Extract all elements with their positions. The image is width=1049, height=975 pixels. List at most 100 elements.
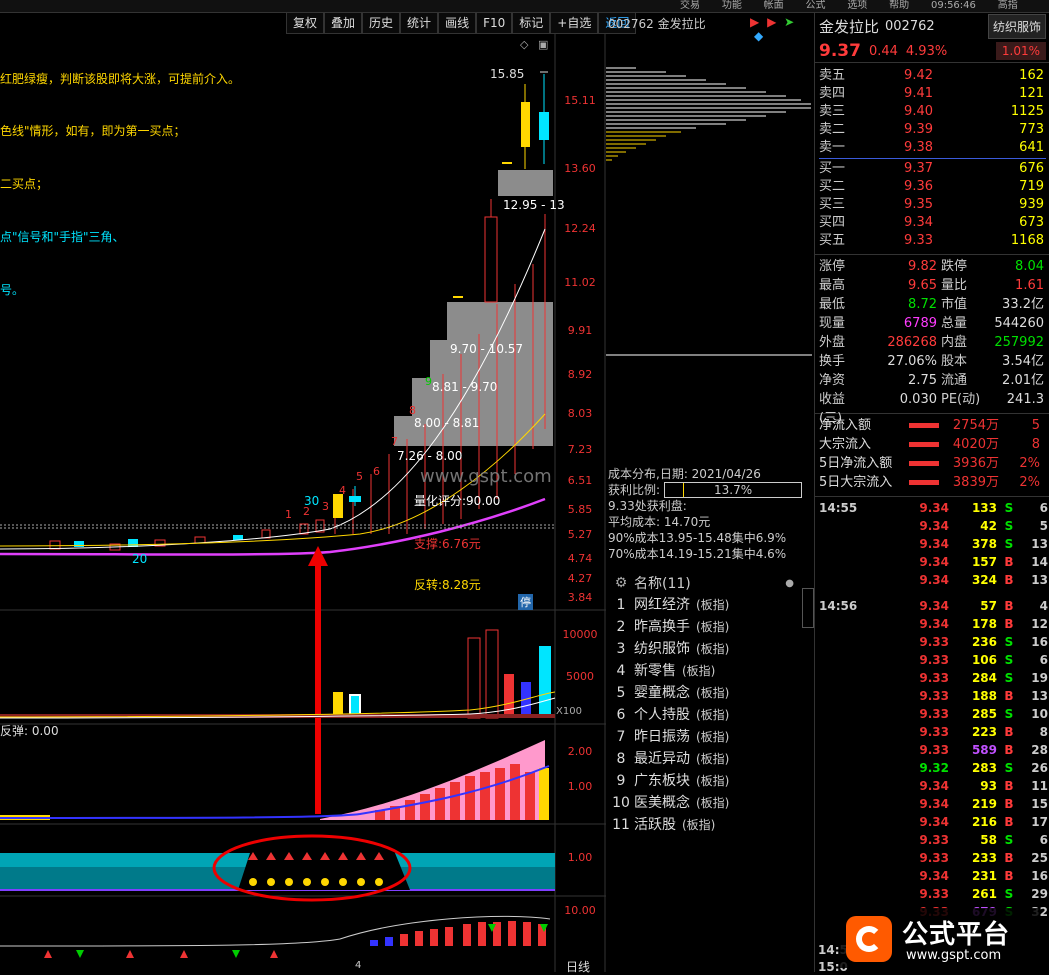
- menu-item[interactable]: 选项: [847, 0, 867, 11]
- sector-item[interactable]: 6 个人持股 (板指): [608, 704, 814, 726]
- cube-icon[interactable]: ◆: [754, 29, 763, 43]
- ind-axis-tick: 1.00: [567, 780, 593, 793]
- tick-time: [819, 867, 901, 885]
- chip-box: [447, 302, 553, 340]
- sector-list: ⚙ 名称(11) ● 1 网红经济 (板指) 2 昨高换手 (板指) 3 纺织服饰 (板指)…: [608, 572, 814, 836]
- overlay-button[interactable]: 叠加: [324, 12, 363, 34]
- tick-time: [819, 651, 901, 669]
- stat-value: 241.3: [1006, 392, 1044, 407]
- sector-item[interactable]: 7 昨日振荡 (板指): [608, 726, 814, 748]
- tick-price: 9.34: [919, 617, 949, 631]
- tick-direction: B: [1004, 851, 1014, 865]
- sector-item[interactable]: 10 医美概念 (板指): [608, 792, 814, 814]
- ask-row[interactable]: 卖五 9.42 162: [819, 67, 1046, 85]
- axis-tick: 4.74: [567, 552, 593, 565]
- chip-lines-white: [606, 67, 811, 129]
- restore-rights-button[interactable]: 复权: [286, 12, 325, 34]
- tick-time: [819, 795, 901, 813]
- ask-row[interactable]: 卖四 9.41 121: [819, 85, 1046, 103]
- ind-axis-tick: 2.00: [567, 745, 593, 758]
- sector-item[interactable]: 3 纺织服饰 (板指): [608, 638, 814, 660]
- arrow-icon[interactable]: ➤: [784, 15, 794, 29]
- bid-row[interactable]: 买三 9.35 939: [819, 196, 1046, 214]
- gear-icon[interactable]: ⚙: [608, 575, 634, 591]
- stat-key: 收益(三): [819, 392, 846, 426]
- sector-index: 4: [616, 663, 626, 679]
- sector-button[interactable]: 纺织服饰: [987, 13, 1046, 39]
- stat-key: 市值: [941, 297, 968, 312]
- stat-key: 净资: [819, 373, 846, 388]
- stat-value: 8.72: [908, 297, 937, 312]
- orderbook: 卖五 9.42 162 卖四 9.41 121 卖三 9.40 1125 卖二 9.39 773…: [815, 62, 1049, 250]
- tick-row: 9.34 378 S 13: [819, 535, 1049, 553]
- sector-item[interactable]: 11 活跃股 (板指): [608, 814, 814, 836]
- tick-direction: S: [1004, 833, 1014, 847]
- site-logo: 公式平台 www.gspt.com: [840, 908, 1040, 968]
- history-button[interactable]: 历史: [362, 12, 401, 34]
- ask-row[interactable]: 卖一 9.38 641: [819, 139, 1046, 157]
- sector-item[interactable]: 1 网红经济 (板指): [608, 594, 814, 616]
- flow-value: 4020万: [952, 437, 999, 452]
- bid-row[interactable]: 买一 9.37 676: [819, 160, 1046, 178]
- draw-line-button[interactable]: 画线: [438, 12, 477, 34]
- tick-volume: 236: [971, 635, 997, 649]
- stat-key: 流通: [941, 373, 968, 388]
- ratio-badge: 1.01%: [995, 42, 1046, 60]
- tick-direction: S: [1004, 671, 1014, 685]
- tick-price: 9.34: [919, 555, 949, 569]
- sector-tag: (板指): [682, 664, 716, 678]
- stat-key: 现量: [819, 316, 846, 331]
- tick-row: 14:55 9.34 133 S 6: [819, 499, 1049, 517]
- sector-item[interactable]: 2 昨高换手 (板指): [608, 616, 814, 638]
- stats-button[interactable]: 统计: [400, 12, 439, 34]
- tick-direction: B: [1004, 617, 1014, 631]
- ask-row[interactable]: 卖三 9.40 1125: [819, 103, 1046, 121]
- flag-icon-2[interactable]: ▶: [767, 15, 776, 29]
- menu-item[interactable]: 帐面: [764, 0, 784, 11]
- period-label[interactable]: 日线: [566, 958, 590, 975]
- axis-tick: 7.23: [567, 443, 593, 456]
- f10-button[interactable]: F10: [476, 12, 513, 34]
- sector-scrollbar[interactable]: [802, 588, 814, 628]
- ask-vol: 773: [1019, 122, 1044, 137]
- flag-icon[interactable]: ▶: [750, 15, 759, 29]
- stat-key: 换手: [819, 354, 846, 369]
- sector-tag: (板指): [682, 818, 716, 832]
- tick-count: 13: [1031, 573, 1048, 587]
- seq-number: 7: [391, 435, 398, 448]
- chip-line: 90%成本13.95-15.48集中6.9%: [608, 531, 787, 545]
- axis-tick: 15.11: [564, 94, 596, 107]
- tick-count: 26: [1031, 761, 1048, 775]
- stat-row: 最高 9.65 量比 1.61: [819, 276, 1046, 295]
- mark-button[interactable]: 标记: [512, 12, 551, 34]
- tick-direction: B: [1004, 797, 1014, 811]
- menu-item[interactable]: 交易: [680, 0, 700, 11]
- axis-tick: 8.03: [567, 407, 593, 420]
- bid-row[interactable]: 买四 9.34 673: [819, 214, 1046, 232]
- ask-vol: 641: [1019, 140, 1044, 155]
- sector-tag: (板指): [696, 686, 730, 700]
- window-icon[interactable]: ▣: [538, 38, 548, 51]
- sector-item[interactable]: 8 最近异动 (板指): [608, 748, 814, 770]
- support-label: 支撑:6.76元: [414, 537, 481, 551]
- add-watchlist-button[interactable]: +自选: [550, 12, 599, 34]
- note-text: 红肥绿瘦，判断该股即将大涨，可提前介入。: [0, 72, 241, 86]
- menu-item[interactable]: 功能: [722, 0, 742, 11]
- sector-item[interactable]: 9 广东板块 (板指): [608, 770, 814, 792]
- diamond-icon[interactable]: ◇: [520, 38, 528, 51]
- menu-item[interactable]: 高指: [998, 0, 1018, 11]
- sector-header[interactable]: 名称(11): [634, 573, 691, 593]
- scale-label: X100: [556, 706, 582, 717]
- sector-item[interactable]: 4 新零售 (板指): [608, 660, 814, 682]
- ask-row[interactable]: 卖二 9.39 773: [819, 121, 1046, 139]
- chart-icon-group: ▶ ▶ ➤ ◆: [750, 15, 806, 43]
- tick-direction: S: [1004, 501, 1014, 515]
- sector-item[interactable]: 5 婴童概念 (板指): [608, 682, 814, 704]
- tick-row: 9.33 589 B 28: [819, 741, 1049, 759]
- menu-item[interactable]: 公式: [805, 0, 825, 11]
- bid-row[interactable]: 买二 9.36 719: [819, 178, 1046, 196]
- menu-item[interactable]: 帮助: [889, 0, 909, 11]
- bid-row[interactable]: 买五 9.33 1168: [819, 232, 1046, 250]
- stock-name: 金发拉比: [819, 17, 880, 36]
- flow-row: 大宗流入 4020万 8: [819, 435, 1049, 454]
